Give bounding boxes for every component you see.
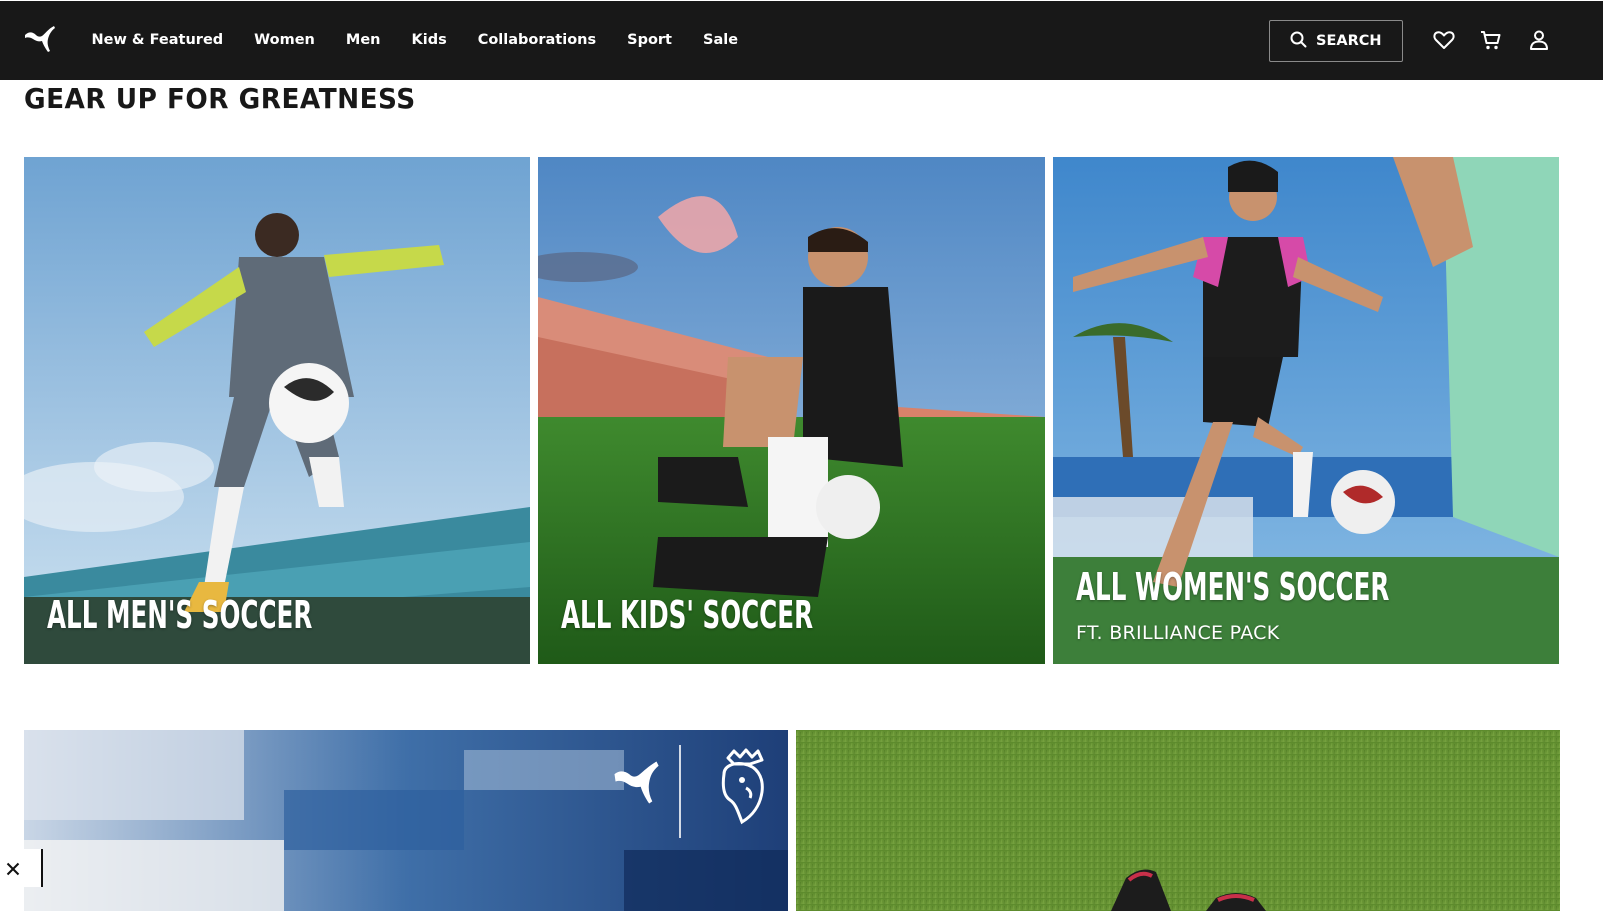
stadium-blur-image [24,730,788,911]
tile-label: ALL KIDS' SOCCER [561,593,814,637]
cart-icon[interactable] [1479,28,1503,52]
tile-label: ALL MEN'S SOCCER [47,593,313,637]
tile-sublabel: FT. BRILLIANCE PACK [1076,622,1280,644]
main-nav: New & Featured Women Men Kids Collaborat… [76,1,754,81]
close-button[interactable] [0,849,43,887]
search-label: SEARCH [1316,33,1382,49]
mens-soccer-image [24,157,530,664]
nav-item-kids[interactable]: Kids [396,1,462,81]
promo-banner-premier-league[interactable] [24,730,788,911]
search-button[interactable]: SEARCH [1269,20,1403,62]
nav-item-men[interactable]: Men [330,1,396,81]
close-icon [6,861,20,880]
site-header: New & Featured Women Men Kids Collaborat… [0,0,1603,80]
text-cursor [41,849,43,887]
search-icon [1290,31,1307,52]
promo-banner-boots[interactable] [796,730,1560,911]
nav-item-women[interactable]: Women [239,1,331,81]
grass-boots-image [796,730,1560,911]
page-title: GEAR UP FOR GREATNESS [24,82,416,115]
category-tile-mens-soccer[interactable]: ALL MEN'S SOCCER [24,157,530,664]
nav-item-new-featured[interactable]: New & Featured [76,1,239,81]
heart-icon[interactable] [1432,28,1456,52]
tile-label: ALL WOMEN'S SOCCER [1076,565,1390,609]
puma-logo-icon[interactable] [23,23,57,55]
category-tile-kids-soccer[interactable]: ALL KIDS' SOCCER [538,157,1045,664]
nav-item-sport[interactable]: Sport [612,1,688,81]
category-tile-womens-soccer[interactable]: ALL WOMEN'S SOCCER FT. BRILLIANCE PACK [1053,157,1559,664]
nav-item-sale[interactable]: Sale [688,1,754,81]
kids-soccer-image [538,157,1045,664]
user-icon[interactable] [1527,28,1551,52]
premier-league-icon [712,748,774,826]
nav-item-collaborations[interactable]: Collaborations [462,1,611,81]
